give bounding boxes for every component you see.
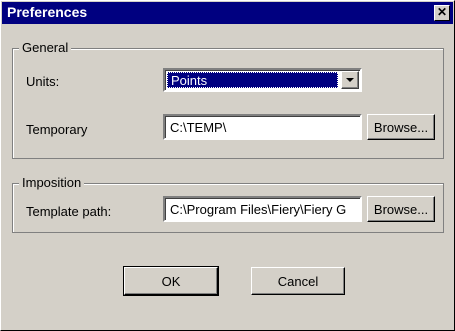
close-button[interactable]: ✕ bbox=[434, 5, 450, 21]
units-dropdown-button[interactable] bbox=[341, 71, 359, 89]
temporary-label: Temporary bbox=[26, 122, 88, 137]
preferences-dialog: Preferences ✕ General Units: Points Temp… bbox=[0, 0, 455, 331]
template-path-input[interactable]: C:\Program Files\Fiery\Fiery G bbox=[163, 196, 362, 222]
general-group: General Units: Points Temporary C:\TEMP\… bbox=[12, 41, 444, 159]
title-bar[interactable]: Preferences ✕ bbox=[2, 2, 453, 24]
temporary-browse-button[interactable]: Browse... bbox=[367, 114, 435, 140]
temporary-path-input[interactable]: C:\TEMP\ bbox=[163, 114, 362, 140]
chevron-down-icon bbox=[346, 78, 354, 82]
cancel-button[interactable]: Cancel bbox=[251, 267, 345, 295]
units-selected-value: Points bbox=[167, 72, 338, 88]
template-path-label: Template path: bbox=[26, 204, 112, 219]
general-group-label: General bbox=[19, 41, 72, 55]
units-select[interactable]: Points bbox=[163, 68, 362, 92]
ok-button[interactable]: OK bbox=[123, 266, 219, 296]
close-icon: ✕ bbox=[436, 5, 448, 19]
imposition-group-label: Imposition bbox=[19, 176, 85, 190]
window-title: Preferences bbox=[7, 4, 88, 20]
imposition-group: Imposition Template path: C:\Program Fil… bbox=[12, 176, 444, 233]
template-browse-button[interactable]: Browse... bbox=[367, 196, 435, 222]
units-label: Units: bbox=[26, 74, 60, 89]
